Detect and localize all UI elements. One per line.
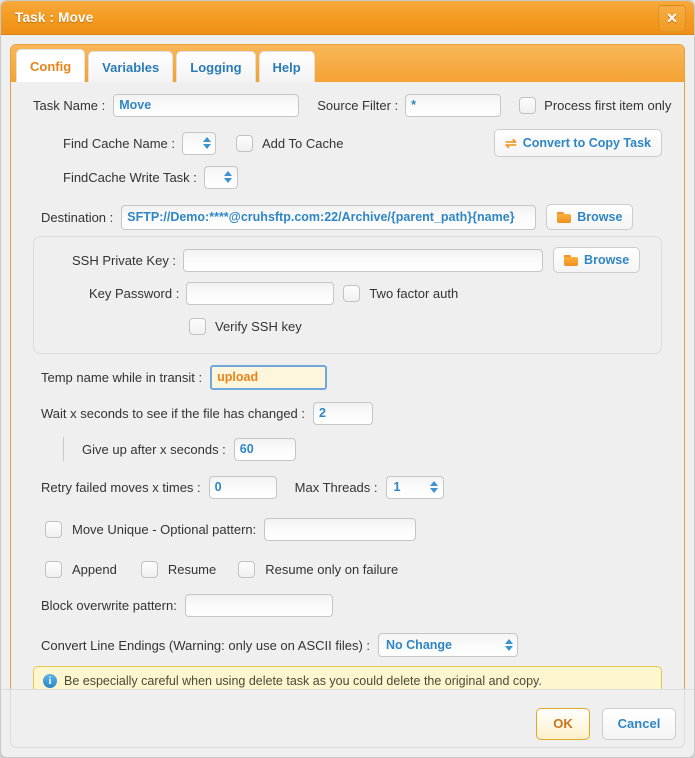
config-form: Task Name : Source Filter : Process firs…: [11, 82, 684, 747]
row-verify-ssh-key: Verify SSH key: [34, 311, 661, 341]
row-task-name: Task Name : Source Filter : Process firs…: [11, 90, 684, 120]
process-first-item-checkbox[interactable]: [519, 96, 537, 114]
temp-name-input[interactable]: [210, 364, 328, 390]
ok-button[interactable]: OK: [536, 707, 590, 740]
delete-task-warning-text: Be especially careful when using delete …: [64, 674, 542, 688]
block-overwrite-label: Block overwrite pattern:: [41, 597, 177, 613]
row-resume-options: Append Resume Resume only on failure: [11, 554, 684, 584]
dialog-titlebar: Task : Move ✕: [1, 1, 694, 35]
indent-guide: [63, 437, 64, 461]
row-key-password: Key Password : Two factor auth: [34, 278, 661, 308]
two-factor-auth-checkbox[interactable]: [343, 284, 361, 302]
row-findcache-write-task: FindCache Write Task :: [11, 162, 684, 192]
key-password-input[interactable]: [186, 281, 335, 305]
row-temp-name: Temp name while in transit :: [11, 362, 684, 392]
convert-line-endings-select[interactable]: No Change: [378, 633, 519, 657]
tab-config[interactable]: Config: [16, 49, 86, 82]
give-up-input[interactable]: [233, 437, 296, 461]
add-to-cache-label: Add To Cache: [262, 135, 344, 151]
source-filter-label: Source Filter :: [317, 97, 399, 113]
add-to-cache-checkbox[interactable]: [236, 134, 253, 152]
destination-browse-button[interactable]: Browse: [546, 204, 634, 230]
max-threads-value: 1: [393, 480, 401, 494]
key-password-label: Key Password :: [89, 285, 180, 301]
find-cache-name-label: Find Cache Name :: [63, 135, 175, 151]
move-unique-input[interactable]: [264, 517, 417, 541]
resume-label: Resume: [167, 561, 217, 577]
row-convert-line-endings: Convert Line Endings (Warning: only use …: [11, 630, 684, 660]
ssh-private-key-label: SSH Private Key :: [72, 252, 177, 268]
row-move-unique: Move Unique - Optional pattern:: [11, 514, 684, 544]
tab-panel: Config Variables Logging Help Task Name …: [10, 44, 685, 748]
block-overwrite-input[interactable]: [184, 593, 333, 617]
folder-icon: [564, 254, 579, 266]
move-unique-label: Move Unique - Optional pattern:: [72, 521, 257, 537]
folder-icon: [557, 211, 572, 223]
convert-line-endings-value: No Change: [386, 638, 452, 652]
dialog-footer: OK Cancel: [1, 689, 694, 757]
info-icon: i: [43, 674, 57, 688]
verify-ssh-key-label: Verify SSH key: [215, 318, 302, 334]
cancel-button[interactable]: Cancel: [602, 707, 676, 740]
ssh-group: SSH Private Key : Browse Key Password : …: [33, 236, 662, 354]
tab-logging[interactable]: Logging: [176, 51, 256, 82]
row-block-overwrite: Block overwrite pattern:: [11, 590, 684, 620]
resume-only-on-failure-checkbox[interactable]: [238, 560, 256, 578]
spinner-arrows-icon: [202, 136, 211, 151]
process-first-item-label: Process first item only: [544, 97, 672, 113]
ssh-private-key-input[interactable]: [183, 248, 544, 272]
max-threads-label: Max Threads :: [294, 479, 378, 495]
retry-input[interactable]: [208, 475, 277, 499]
source-filter-input[interactable]: [405, 93, 502, 117]
destination-input[interactable]: [121, 204, 537, 230]
task-dialog: Task : Move ✕ Config Variables Logging H…: [0, 0, 695, 758]
spinner-arrows-icon: [224, 170, 233, 185]
verify-ssh-key-checkbox[interactable]: [189, 317, 206, 335]
append-label: Append: [72, 561, 117, 577]
row-wait-seconds: Wait x seconds to see if the file has ch…: [11, 398, 684, 428]
row-ssh-private-key: SSH Private Key : Browse: [34, 245, 661, 275]
resume-only-on-failure-label: Resume only on failure: [265, 561, 399, 577]
swap-arrows-icon: ⇌: [505, 135, 517, 151]
tab-variables[interactable]: Variables: [88, 51, 174, 82]
dialog-title: Task : Move: [15, 10, 94, 25]
retry-label: Retry failed moves x times :: [41, 479, 201, 495]
convert-line-endings-label: Convert Line Endings (Warning: only use …: [41, 637, 371, 653]
findcache-write-task-select[interactable]: [203, 165, 238, 189]
give-up-label: Give up after x seconds :: [82, 441, 226, 457]
row-retry: Retry failed moves x times : Max Threads…: [11, 472, 684, 502]
row-destination: Destination : Browse: [11, 202, 684, 232]
spinner-arrows-icon: [430, 480, 439, 495]
wait-seconds-input[interactable]: [313, 401, 373, 425]
destination-browse-label: Browse: [577, 210, 623, 224]
close-icon[interactable]: ✕: [658, 5, 686, 32]
findcache-write-task-label: FindCache Write Task :: [63, 169, 197, 185]
max-threads-select[interactable]: 1: [385, 475, 444, 499]
move-unique-checkbox[interactable]: [45, 520, 62, 538]
temp-name-label: Temp name while in transit :: [41, 369, 203, 385]
wait-seconds-label: Wait x seconds to see if the file has ch…: [41, 405, 305, 421]
convert-to-copy-task-label: Convert to Copy Task: [522, 136, 651, 150]
row-find-cache-name: Find Cache Name : Add To Cache ⇌ Convert…: [11, 128, 684, 158]
tabstrip: Config Variables Logging Help: [11, 45, 684, 82]
task-name-input[interactable]: [113, 93, 300, 117]
convert-to-copy-task-button[interactable]: ⇌ Convert to Copy Task: [494, 129, 662, 157]
append-checkbox[interactable]: [45, 560, 62, 578]
ssh-browse-label: Browse: [584, 253, 630, 267]
tab-help[interactable]: Help: [258, 51, 315, 82]
task-name-label: Task Name :: [33, 97, 106, 113]
resume-checkbox[interactable]: [140, 560, 158, 578]
row-give-up: Give up after x seconds :: [11, 434, 684, 464]
two-factor-auth-label: Two factor auth: [369, 285, 459, 301]
ssh-browse-button[interactable]: Browse: [553, 247, 641, 273]
spinner-arrows-icon: [504, 638, 513, 653]
destination-label: Destination :: [41, 209, 114, 225]
find-cache-name-select[interactable]: [182, 131, 216, 155]
